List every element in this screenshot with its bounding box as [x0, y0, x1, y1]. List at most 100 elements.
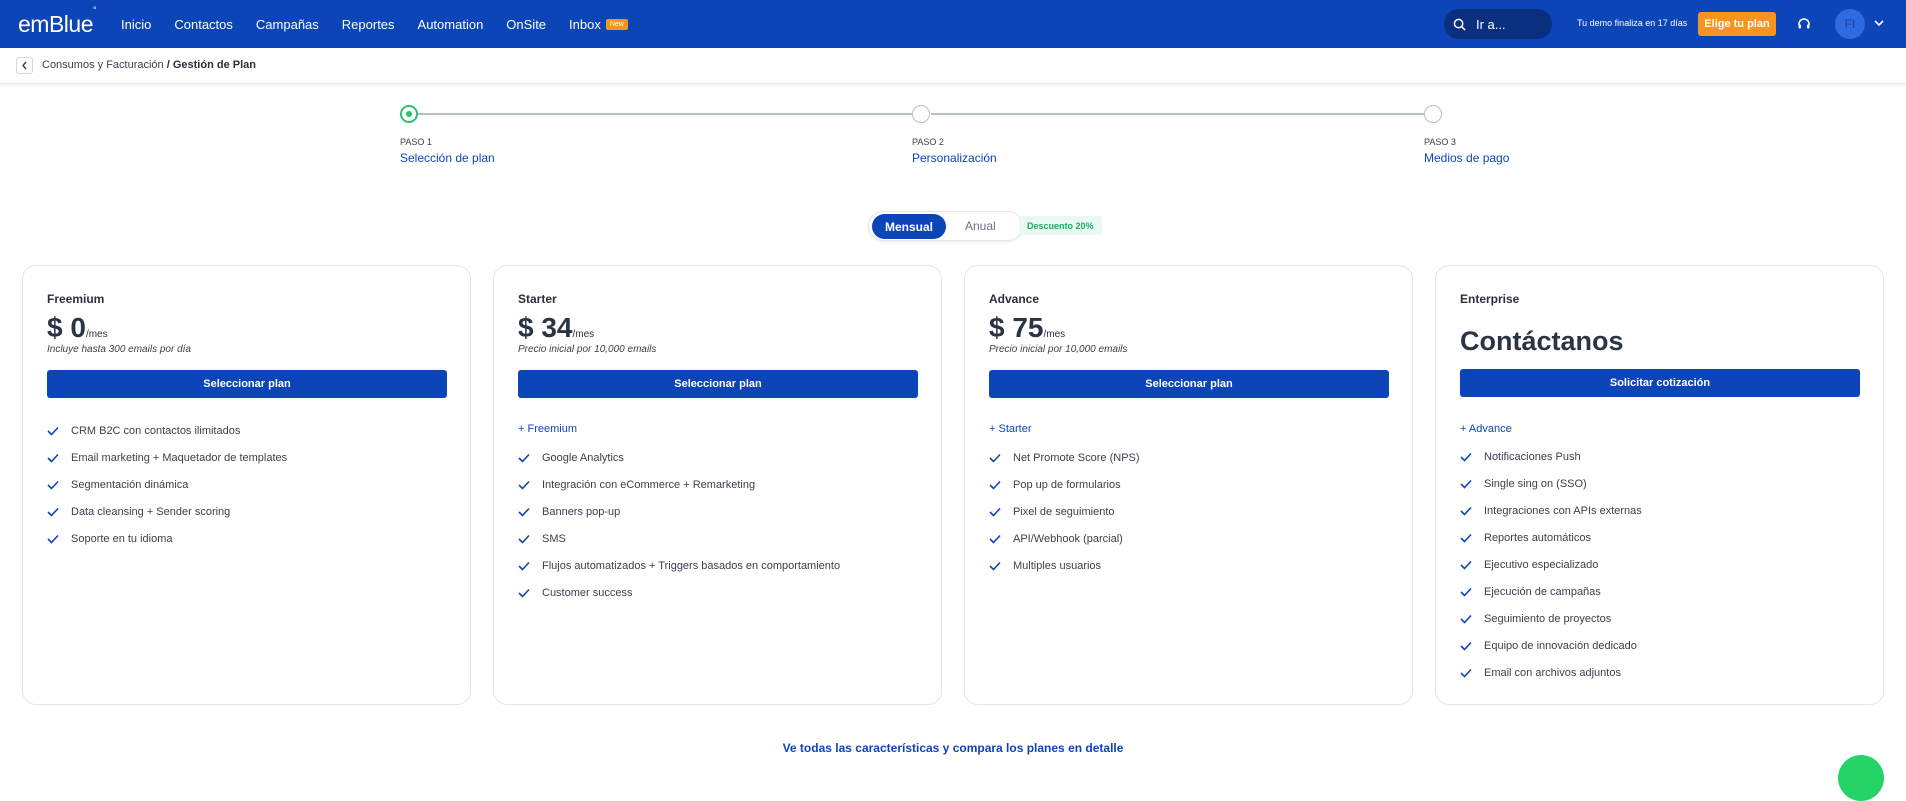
includes-label: + Freemium	[518, 423, 577, 435]
plan-price: $ 34/mes	[518, 312, 594, 344]
feature-text: Integraciones con APIs externas	[1484, 504, 1642, 517]
feature-item: Email con archivos adjuntos	[1460, 659, 1642, 686]
check-icon	[1460, 641, 1472, 651]
breadcrumb-bar: Consumos y Facturación / Gestión de Plan	[0, 48, 1906, 84]
feature-item: Email marketing + Maquetador de template…	[47, 444, 287, 471]
price-period: /mes	[85, 329, 108, 340]
feature-item: Ejecución de campañas	[1460, 578, 1642, 605]
feature-text: Net Promote Score (NPS)	[1013, 451, 1140, 464]
check-icon	[47, 480, 59, 490]
step-connector	[931, 113, 1425, 115]
emblue-logo[interactable]: emBlue°	[18, 5, 97, 38]
breadcrumb-separator: /	[163, 59, 173, 71]
includes-label: + Advance	[1460, 423, 1512, 435]
search-box[interactable]: Ir a...	[1444, 9, 1552, 39]
new-badge: New	[605, 18, 628, 30]
feature-text: Integración con eCommerce + Remarketing	[542, 478, 756, 491]
price-amount: $ 34	[518, 312, 573, 343]
check-icon	[518, 507, 530, 517]
price-period: /mes	[1043, 329, 1066, 340]
plan-name: Freemium	[47, 292, 105, 306]
check-icon	[989, 561, 1001, 571]
annual-option[interactable]: Anual	[965, 219, 996, 233]
check-icon	[989, 480, 1001, 490]
request-quote-button[interactable]: Solicitar cotización	[1460, 369, 1860, 397]
feature-text: Flujos automatizados + Triggers basados …	[542, 559, 841, 572]
feature-item: Pixel de seguimiento	[989, 498, 1140, 525]
select-plan-button[interactable]: Seleccionar plan	[47, 370, 447, 398]
plan-price: $ 75/mes	[989, 312, 1065, 344]
includes-label: + Starter	[989, 423, 1032, 435]
logo-mark: °	[92, 5, 97, 16]
feature-list: CRM B2C con contactos ilimitados Email ma…	[47, 417, 287, 552]
chevron-left-icon	[22, 61, 27, 70]
check-icon	[1460, 668, 1472, 678]
select-plan-button[interactable]: Seleccionar plan	[518, 370, 918, 398]
check-icon	[518, 534, 530, 544]
whatsapp-icon[interactable]	[1838, 755, 1884, 801]
check-icon	[47, 453, 59, 463]
step-1-indicator	[400, 105, 418, 123]
step-2-name[interactable]: Personalización	[912, 151, 997, 165]
feature-list: Google Analytics Integración con eCommerc…	[518, 444, 840, 606]
select-plan-button[interactable]: Seleccionar plan	[989, 370, 1389, 398]
feature-text: Multiples usuarios	[1013, 559, 1102, 572]
feature-text: Soporte en tu idioma	[71, 532, 173, 545]
breadcrumb-parent[interactable]: Consumos y Facturación	[42, 59, 164, 71]
price-amount: $ 75	[989, 312, 1044, 343]
avatar[interactable]: FI	[1835, 9, 1865, 39]
check-icon	[518, 561, 530, 571]
nav-campanas[interactable]: Campañas	[256, 17, 319, 32]
compare-plans-link[interactable]: Ve todas las características y compara l…	[0, 741, 1906, 755]
feature-item: Integraciones con APIs externas	[1460, 497, 1642, 524]
nav-reportes[interactable]: Reportes	[342, 17, 395, 32]
plan-name: Starter	[518, 292, 557, 306]
nav-onsite[interactable]: OnSite	[506, 17, 546, 32]
feature-item: Reportes automáticos	[1460, 524, 1642, 551]
billing-toggle[interactable]: Mensual Anual	[868, 211, 1023, 241]
monthly-option[interactable]: Mensual	[872, 214, 946, 239]
headset-icon[interactable]	[1797, 17, 1811, 31]
feature-item: Seguimiento de proyectos	[1460, 605, 1642, 632]
feature-text: Ejecución de campañas	[1484, 585, 1601, 598]
step-1-name[interactable]: Selección de plan	[400, 151, 495, 165]
check-icon	[47, 426, 59, 436]
nav-inicio[interactable]: Inicio	[121, 17, 151, 32]
price-note: Precio inicial por 10,000 emails	[989, 344, 1128, 355]
feature-text: SMS	[542, 532, 566, 545]
feature-text: Single sing on (SSO)	[1484, 477, 1587, 490]
step-3-name[interactable]: Medios de pago	[1424, 151, 1509, 165]
chevron-down-icon[interactable]	[1874, 19, 1884, 27]
feature-item: Banners pop-up	[518, 498, 840, 525]
check-icon	[989, 453, 1001, 463]
breadcrumb-current: Gestión de Plan	[172, 59, 256, 71]
plan-card-freemium: Freemium $ 0/mes Incluye hasta 300 email…	[22, 265, 471, 705]
check-icon	[518, 453, 530, 463]
price-period: /mes	[572, 329, 595, 340]
plan-card-enterprise: Enterprise Contáctanos Solicitar cotizac…	[1435, 265, 1884, 705]
breadcrumb: Consumos y Facturación / Gestión de Plan	[42, 59, 256, 71]
feature-text: Customer success	[542, 586, 633, 599]
feature-list: Notificaciones Push Single sing on (SSO) I…	[1460, 443, 1642, 686]
check-icon	[989, 507, 1001, 517]
feature-text: Email con archivos adjuntos	[1484, 666, 1621, 679]
feature-item: Pop up de formularios	[989, 471, 1140, 498]
feature-item: Soporte en tu idioma	[47, 525, 287, 552]
check-icon	[1460, 533, 1472, 543]
check-icon	[1460, 587, 1472, 597]
nav-automation[interactable]: Automation	[418, 17, 484, 32]
nav-inbox-label: Inbox	[569, 16, 601, 32]
demo-notice: Tu demo finaliza en 17 días	[1577, 18, 1688, 28]
check-icon	[989, 534, 1001, 544]
feature-text: Email marketing + Maquetador de template…	[71, 451, 288, 464]
feature-text: CRM B2C con contactos ilimitados	[71, 424, 241, 437]
nav-contactos[interactable]: Contactos	[174, 17, 233, 32]
choose-plan-button[interactable]: Elige tu plan	[1698, 12, 1776, 36]
nav-inbox[interactable]: Inbox New	[569, 17, 628, 32]
feature-item: Notificaciones Push	[1460, 443, 1642, 470]
back-button[interactable]	[16, 57, 33, 74]
feature-item: Data cleansing + Sender scoring	[47, 498, 287, 525]
main-nav: Inicio Contactos Campañas Reportes Autom…	[121, 0, 651, 48]
feature-item: Segmentación dinámica	[47, 471, 287, 498]
plan-card-advance: Advance $ 75/mes Precio inicial por 10,0…	[964, 265, 1413, 705]
